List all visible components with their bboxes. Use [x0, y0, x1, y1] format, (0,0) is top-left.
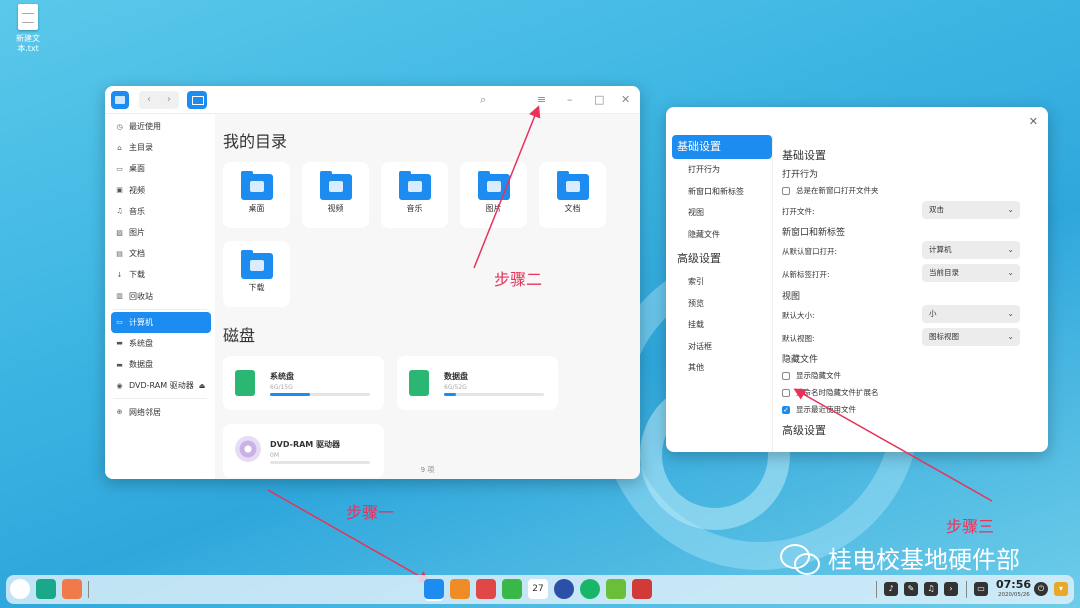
- settings-gear-icon[interactable]: [554, 579, 574, 599]
- watermark: 桂电校基地硬件部: [780, 540, 1020, 575]
- qt-creator-icon[interactable]: [606, 579, 626, 599]
- multitask-view-icon[interactable]: [36, 579, 56, 599]
- annotation-arrows: [267, 105, 993, 583]
- wechat-icon: [780, 542, 820, 575]
- dock-separator: [88, 581, 89, 598]
- clock-date: 2020/05/26: [998, 592, 1030, 598]
- trash-icon[interactable]: ▾: [1054, 582, 1068, 596]
- show-desktop-icon[interactable]: [62, 579, 82, 599]
- arrow-step-three: [793, 388, 993, 502]
- dock-separator: [966, 581, 967, 598]
- pen-icon[interactable]: ✎: [904, 582, 918, 596]
- watermark-text: 桂电校基地硬件部: [828, 546, 1020, 574]
- image-viewer-icon[interactable]: [476, 579, 496, 599]
- annotation-step-three: 步骤三: [946, 517, 995, 536]
- notification-icon[interactable]: ♫: [924, 582, 938, 596]
- volume-icon[interactable]: ♪: [884, 582, 898, 596]
- keyboard-icon[interactable]: ▭: [974, 582, 988, 596]
- browser-icon[interactable]: [580, 579, 600, 599]
- file-manager-dock-icon[interactable]: [424, 579, 444, 599]
- calendar-icon[interactable]: 27: [528, 579, 548, 599]
- arrow-step-two: [473, 105, 541, 269]
- launcher-icon[interactable]: [10, 579, 30, 599]
- dock-separator: [876, 581, 877, 598]
- music-icon[interactable]: [502, 579, 522, 599]
- app-store-icon[interactable]: [450, 579, 470, 599]
- annotation-step-two: 步骤二: [494, 270, 543, 289]
- clock-time[interactable]: 07:56: [996, 578, 1031, 591]
- annotation-step-one: 步骤一: [346, 503, 395, 522]
- terminal-icon[interactable]: [632, 579, 652, 599]
- taskbar: 27 ♪ ✎ ♫ › ▭ 07:56 2020/05/26 ⏻ ▾: [6, 575, 1074, 604]
- expand-tray-icon[interactable]: ›: [944, 582, 958, 596]
- power-icon[interactable]: ⏻: [1034, 582, 1048, 596]
